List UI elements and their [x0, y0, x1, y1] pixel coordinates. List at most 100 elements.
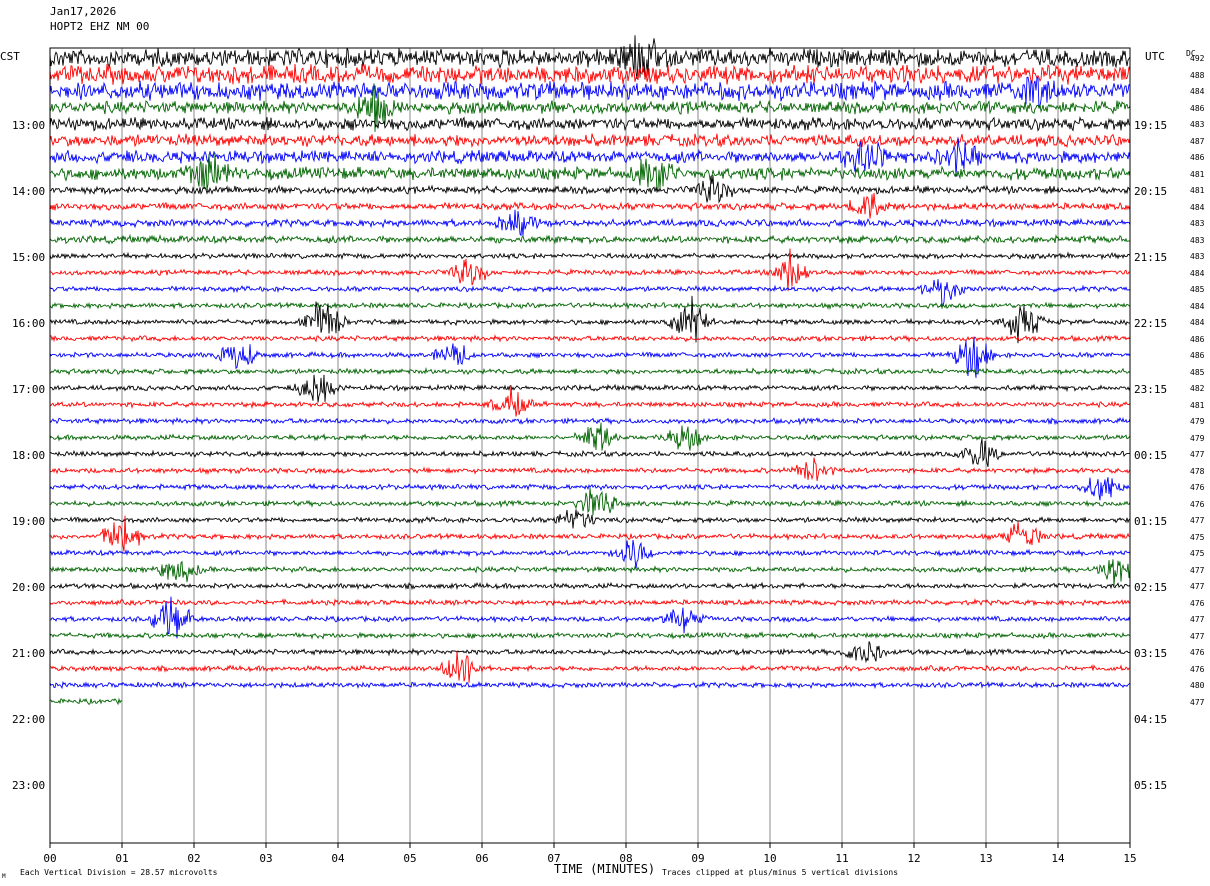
left-hour-label: 15:00: [12, 251, 46, 264]
dc-offset-value: 481: [1190, 186, 1205, 195]
x-tick-label: 09: [691, 852, 705, 865]
right-hour-label: 04:15: [1134, 713, 1168, 726]
right-hour-label: 21:15: [1134, 251, 1168, 264]
trace-line: [49, 416, 1131, 426]
trace-line: [49, 385, 1131, 417]
trace-line: [49, 457, 1131, 481]
dc-offset-value: 487: [1190, 136, 1205, 146]
dc-offset-value: 485: [1190, 285, 1205, 294]
x-tick-label: 00: [43, 852, 57, 865]
right-hour-label: 00:15: [1134, 449, 1168, 462]
dc-offset-value: 477: [1190, 631, 1205, 641]
trace-line: [49, 301, 1131, 310]
trace-line: [49, 422, 1131, 451]
left-hour-label: 19:00: [12, 515, 46, 528]
dc-offset-value: 486: [1190, 334, 1205, 344]
dc-offset-value: 481: [1190, 169, 1205, 179]
left-hour-label: 14:00: [12, 185, 46, 198]
minute-gridlines: [121, 48, 1059, 843]
dc-offset-value: 484: [1190, 301, 1205, 311]
dc-offset-value: 476: [1190, 664, 1205, 674]
right-hour-label: 20:15: [1134, 185, 1168, 198]
x-tick-label: 11: [835, 852, 849, 865]
dc-offset-value: 483: [1190, 120, 1205, 129]
trace-line: [49, 438, 1131, 468]
station-label: HOPT2 EHZ NM 00: [50, 20, 150, 33]
x-axis-title: TIME (MINUTES): [554, 862, 656, 876]
dc-offset-value: 480: [1190, 681, 1205, 690]
dc-offset-value: 479: [1190, 417, 1205, 426]
dc-offset-value: 477: [1190, 615, 1205, 624]
dc-offset-value: 475: [1190, 532, 1205, 542]
seismic-traces: [49, 35, 1131, 706]
dc-offset-value: 477: [1190, 582, 1205, 591]
trace-line: [49, 509, 1131, 529]
dc-offset-value: 486: [1190, 103, 1205, 113]
trace-line: [49, 63, 1131, 86]
dc-offset-value: 476: [1190, 648, 1205, 657]
x-tick-label: 10: [763, 852, 777, 865]
dc-offset-value: 475: [1190, 549, 1205, 558]
right-hour-label: 23:15: [1134, 383, 1168, 396]
left-hour-label: 18:00: [12, 449, 46, 462]
x-tick-label: 15: [1123, 852, 1137, 865]
x-tick-label: 02: [187, 852, 201, 865]
dc-offset-value: 488: [1190, 70, 1205, 80]
dc-offset-value: 484: [1190, 268, 1205, 278]
x-tick-label: 12: [907, 852, 921, 865]
plot-frame: [49, 47, 1131, 844]
x-tick-label: 06: [475, 852, 489, 865]
trace-line: [49, 597, 1131, 607]
trace-line: [49, 334, 1131, 344]
trace-line: [49, 581, 1131, 591]
dc-offset-value: 484: [1190, 202, 1205, 212]
x-tick-label: 01: [115, 852, 129, 865]
left-hour-label: 17:00: [12, 383, 46, 396]
clipping-note: Traces clipped at plus/minus 5 vertical …: [662, 868, 899, 877]
vertical-division-note: Each Vertical Division = 28.57 microvolt…: [20, 868, 218, 877]
right-hour-label: 22:15: [1134, 317, 1168, 330]
dc-offset-value: 484: [1190, 318, 1205, 327]
dc-offset-value: 483: [1190, 252, 1205, 261]
logo-mark-icon: M: [2, 873, 6, 880]
dc-offset-value: 479: [1190, 433, 1205, 443]
dc-offset-value: 477: [1190, 565, 1205, 575]
left-hour-label: 23:00: [12, 779, 46, 792]
left-hour-label: 21:00: [12, 647, 46, 660]
right-timezone-label: UTC: [1145, 50, 1165, 63]
dc-offset-value: 484: [1190, 87, 1205, 96]
x-tick-label: 13: [979, 852, 993, 865]
trace-line: [49, 251, 1131, 261]
dc-offset-value: 477: [1190, 697, 1205, 707]
left-hour-label: 13:00: [12, 119, 46, 132]
trace-line: [49, 175, 1131, 204]
x-tick-label: 14: [1051, 852, 1065, 865]
dc-offset-value: 483: [1190, 235, 1205, 245]
dc-offset-value: 485: [1190, 367, 1205, 377]
dc-offset-value: 481: [1190, 400, 1205, 410]
dc-offset-value: 492: [1190, 54, 1205, 63]
trace-line: [49, 192, 1131, 219]
trace-line: [49, 559, 1131, 587]
date-label: Jan17,2026: [50, 5, 117, 18]
x-tick-label: 03: [259, 852, 273, 865]
trace-line: [49, 374, 1131, 403]
x-tick-label: 05: [403, 852, 417, 865]
right-hour-label: 02:15: [1134, 581, 1168, 594]
trace-line: [49, 209, 1131, 237]
trace-line: [49, 680, 1131, 690]
dc-offset-value: 486: [1190, 351, 1205, 360]
trace-line: [49, 650, 1130, 683]
trace-line: [49, 641, 1130, 664]
dc-offset-value: 476: [1190, 483, 1205, 492]
right-hour-label: 01:15: [1134, 515, 1168, 528]
dc-offset-value: 477: [1190, 516, 1205, 525]
left-timezone-label: CST: [0, 50, 20, 63]
dc-offset-value: 483: [1190, 219, 1205, 228]
dc-offset-value: 476: [1190, 598, 1205, 608]
right-hour-label: 03:15: [1134, 647, 1168, 660]
right-hour-label: 05:15: [1134, 779, 1168, 792]
helicorder-plot: [49, 35, 1131, 848]
dc-offset-value: 486: [1190, 153, 1205, 162]
trace-line: [49, 487, 1131, 516]
